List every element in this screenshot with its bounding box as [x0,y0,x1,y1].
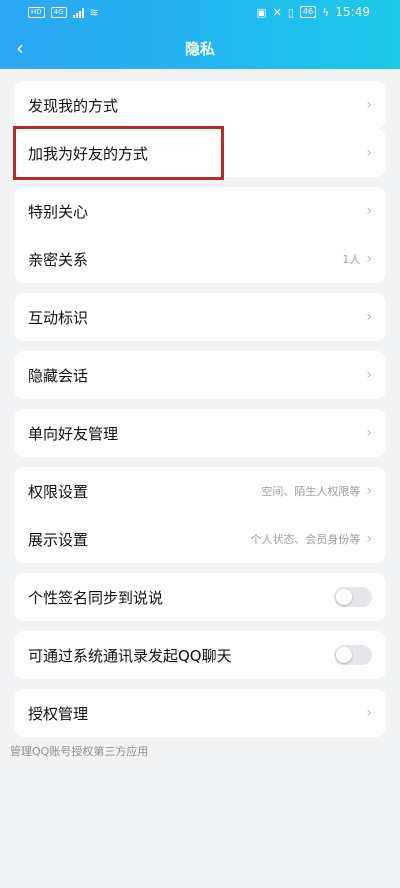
row-label: 可通过系统通讯录发起QQ聊天 [28,646,232,665]
status-bar: HD 4G ≋ ▣ ✕ ▯ 46 ϟ 15:49 [0,0,400,26]
contacts-chat-toggle[interactable] [334,645,372,665]
section-hidden-chat: 隐藏会话 › [14,351,386,399]
chevron-right-icon: › [366,531,372,547]
sim-4g-icon: 4G [50,7,67,18]
row-label: 亲密关系 [28,250,89,269]
toggle-knob [336,589,352,605]
row-label: 展示设置 [28,530,89,549]
row-special-care[interactable]: 特别关心 › [14,187,386,235]
row-one-way-friends[interactable]: 单向好友管理 › [14,409,386,457]
nfc-icon: ▣ [256,5,267,19]
wifi-icon: ≋ [89,6,99,19]
sim-hd-icon: HD [28,7,45,18]
battery-icon: 46 [299,6,317,18]
highlight-box [13,126,224,180]
section-interaction: 互动标识 › [14,293,386,341]
row-signature-sync: 个性签名同步到说说 [14,573,386,621]
signature-sync-toggle[interactable] [334,587,372,607]
chevron-right-icon: › [366,705,372,721]
row-label: 权限设置 [28,482,89,501]
nav-bar: ‹ 隐私 [0,34,400,64]
row-label: 发现我的方式 [28,96,119,115]
row-label: 特别关心 [28,202,89,221]
section-authorization: 授权管理 › [14,689,386,737]
chevron-right-icon: › [366,309,372,325]
page-title: 隐私 [184,40,215,58]
row-label: 隐藏会话 [28,366,89,385]
chevron-right-icon: › [366,425,372,441]
vibrate-icon: ▯ [287,5,294,19]
section-contacts-chat: 可通过系统通讯录发起QQ聊天 [14,631,386,679]
status-time: 15:49 [335,5,370,19]
section-discover: 发现我的方式 › [14,81,386,129]
status-bar-right: ▣ ✕ ▯ 46 ϟ 15:49 [256,5,370,19]
section-relations: 特别关心 › 亲密关系 1人 › [14,187,386,283]
row-label: 互动标识 [28,308,89,327]
mute-icon: ✕ [272,5,282,19]
authorization-footer-note: 管理QQ账号授权第三方应用 [10,745,149,758]
top-bar: HD 4G ≋ ▣ ✕ ▯ 46 ϟ 15:49 ‹ 隐私 [0,0,400,69]
row-label: 单向好友管理 [28,424,119,443]
chevron-right-icon: › [366,483,372,499]
chevron-right-icon: › [366,203,372,219]
row-detail: 1人 [342,253,361,266]
row-display-settings[interactable]: 展示设置 个人状态、会员身份等 › [14,515,386,563]
charging-icon: ϟ [322,5,330,19]
row-interaction-badge[interactable]: 互动标识 › [14,293,386,341]
row-authorization-management[interactable]: 授权管理 › [14,689,386,737]
row-discover-me[interactable]: 发现我的方式 › [14,81,386,129]
section-permissions: 权限设置 空间、陌生人权限等 › 展示设置 个人状态、会员身份等 › [14,467,386,563]
row-contacts-chat: 可通过系统通讯录发起QQ聊天 [14,631,386,679]
row-label: 个性签名同步到说说 [28,588,164,607]
row-permission-settings[interactable]: 权限设置 空间、陌生人权限等 › [14,467,386,515]
chevron-right-icon: › [366,367,372,383]
chevron-right-icon: › [366,97,372,113]
toggle-knob [336,647,352,663]
chevron-right-icon: › [366,251,372,267]
row-label: 授权管理 [28,704,89,723]
status-bar-left: HD 4G ≋ [28,6,99,19]
signal-icon [72,7,84,18]
chevron-right-icon: › [366,145,372,161]
row-intimate-relation[interactable]: 亲密关系 1人 › [14,235,386,283]
section-one-way-friends: 单向好友管理 › [14,409,386,457]
row-hidden-chat[interactable]: 隐藏会话 › [14,351,386,399]
row-detail: 个人状态、会员身份等 [250,533,361,546]
section-signature-sync: 个性签名同步到说说 [14,573,386,621]
row-detail: 空间、陌生人权限等 [261,485,361,498]
